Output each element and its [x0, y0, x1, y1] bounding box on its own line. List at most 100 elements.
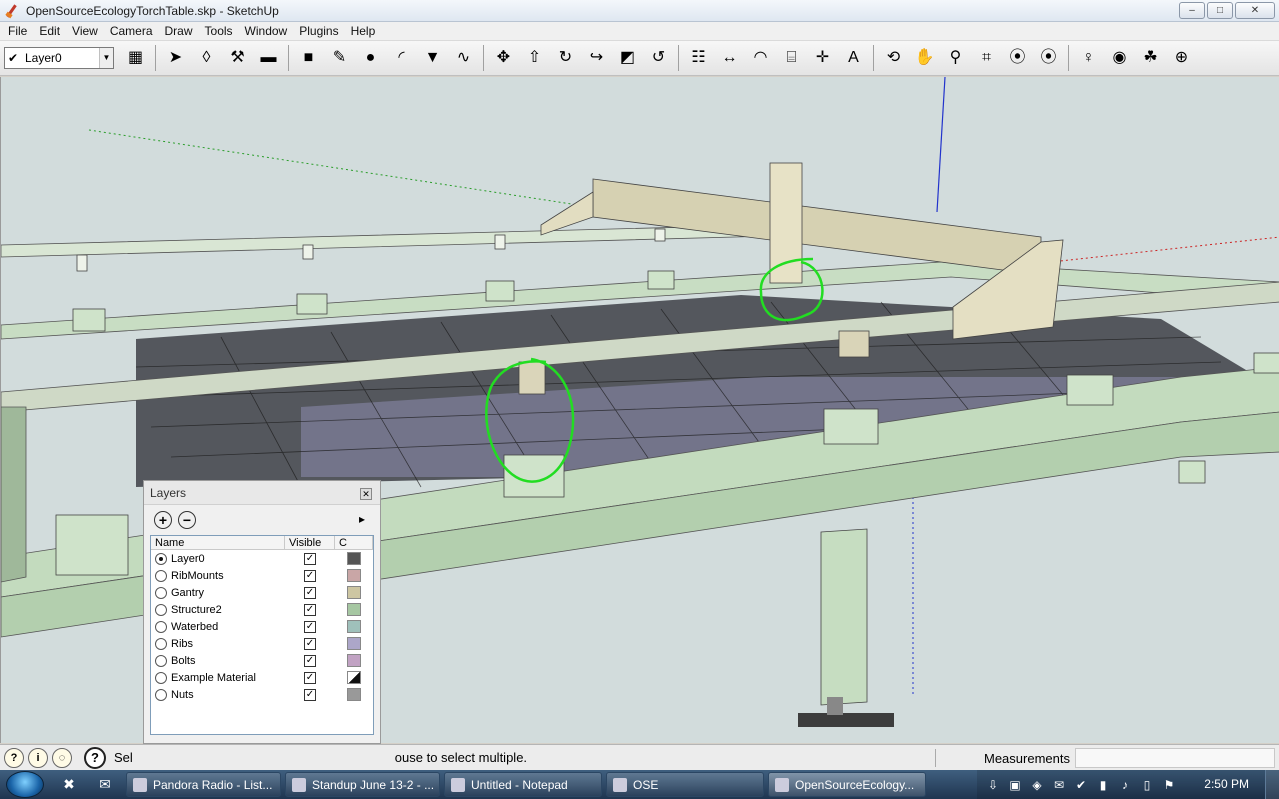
quicklaunch-tool-icon[interactable]: ✖: [58, 774, 80, 796]
zoom-extents-icon[interactable]: ⦿: [1004, 45, 1031, 72]
active-layer-radio[interactable]: [155, 552, 167, 565]
active-layer-radio[interactable]: [155, 637, 167, 650]
taskbar-button-ose[interactable]: OSE: [606, 772, 764, 797]
axes-icon[interactable]: ✛: [809, 45, 836, 72]
help-icon[interactable]: ?: [84, 746, 106, 769]
menu-tools[interactable]: Tools: [199, 22, 239, 41]
menu-help[interactable]: Help: [345, 22, 382, 41]
dropdown-arrow-icon[interactable]: ▼: [99, 48, 113, 68]
3d-text-icon[interactable]: A: [840, 45, 867, 72]
layer-dropdown[interactable]: ✔ Layer0 ▼: [4, 47, 114, 69]
quicklaunch-gmail-icon[interactable]: ✉: [94, 774, 116, 796]
layer-visible-checkbox[interactable]: ✓: [304, 586, 316, 599]
layer-visible-checkbox[interactable]: ✓: [304, 637, 316, 650]
layer-color-swatch[interactable]: [347, 569, 361, 582]
active-layer-radio[interactable]: [155, 569, 167, 582]
arc-icon[interactable]: ◜: [388, 45, 415, 72]
active-layer-radio[interactable]: [155, 586, 167, 599]
geolocation-icon[interactable]: ?: [4, 747, 24, 768]
layer-visible-checkbox[interactable]: ✓: [304, 552, 316, 565]
minimize-button[interactable]: –: [1179, 2, 1205, 19]
network-icon[interactable]: ▮: [1095, 777, 1111, 793]
text-icon[interactable]: ⌸: [778, 45, 805, 72]
rectangle-icon[interactable]: ■: [295, 45, 322, 72]
measurements-input[interactable]: [1075, 748, 1275, 768]
move-icon[interactable]: ✥: [490, 45, 517, 72]
layer-color-swatch[interactable]: [347, 586, 361, 599]
maximize-button[interactable]: □: [1207, 2, 1233, 19]
layer-manager-icon[interactable]: ▦: [122, 45, 149, 72]
make-component-icon[interactable]: ◊: [193, 45, 220, 72]
layer-color-swatch[interactable]: [347, 603, 361, 616]
flag-icon[interactable]: ⚑: [1161, 777, 1177, 793]
freehand-icon[interactable]: ∿: [450, 45, 477, 72]
menu-camera[interactable]: Camera: [104, 22, 159, 41]
layer-row[interactable]: Gantry ✓: [151, 584, 373, 601]
layer-visible-checkbox[interactable]: ✓: [304, 620, 316, 633]
menu-window[interactable]: Window: [239, 22, 294, 41]
previous-view-icon[interactable]: ⦿: [1035, 45, 1062, 72]
layer-color-swatch[interactable]: [347, 637, 361, 650]
select-arrow-icon[interactable]: ➤: [162, 45, 189, 72]
header-color[interactable]: C: [335, 536, 373, 549]
push-pull-icon[interactable]: ⇧: [521, 45, 548, 72]
dimension-icon[interactable]: ↔: [716, 45, 743, 72]
taskbar-button-notepad[interactable]: Untitled - Notepad: [444, 772, 602, 797]
layers-panel-titlebar[interactable]: Layers: [144, 481, 380, 505]
close-button[interactable]: ✕: [1235, 2, 1275, 19]
start-button[interactable]: [6, 771, 44, 798]
zoom-window-icon[interactable]: ⌗: [973, 45, 1000, 72]
active-layer-radio[interactable]: [155, 603, 167, 616]
pencil-line-icon[interactable]: ✎: [326, 45, 353, 72]
layer-visible-checkbox[interactable]: ✓: [304, 603, 316, 616]
tape-measure-icon[interactable]: ☷: [685, 45, 712, 72]
download-icon[interactable]: ⇩: [985, 777, 1001, 793]
layer-visible-checkbox[interactable]: ✓: [304, 654, 316, 667]
credits-icon[interactable]: i: [28, 747, 48, 768]
position-camera-icon[interactable]: ♀: [1075, 45, 1102, 72]
layer-color-swatch[interactable]: [347, 654, 361, 667]
layer-details-icon[interactable]: ▸: [354, 512, 370, 528]
rotate-icon[interactable]: ↻: [552, 45, 579, 72]
taskbar-button-pandora[interactable]: Pandora Radio - List...: [126, 772, 281, 797]
mail-icon[interactable]: ✉: [1051, 777, 1067, 793]
taskbar-clock[interactable]: 2:50 PM: [1204, 777, 1249, 791]
pan-icon[interactable]: ✋: [911, 45, 938, 72]
offset-icon[interactable]: ↺: [645, 45, 672, 72]
show-desktop-button[interactable]: [1265, 770, 1279, 799]
image-icon[interactable]: ▣: [1007, 777, 1023, 793]
walk-icon[interactable]: ☘: [1137, 45, 1164, 72]
active-layer-radio[interactable]: [155, 671, 167, 684]
layer-visible-checkbox[interactable]: ✓: [304, 671, 316, 684]
layer-row[interactable]: RibMounts ✓: [151, 567, 373, 584]
section-plane-icon[interactable]: ⊕: [1168, 45, 1195, 72]
layer-color-swatch[interactable]: [347, 671, 361, 684]
active-layer-radio[interactable]: [155, 620, 167, 633]
look-around-icon[interactable]: ◉: [1106, 45, 1133, 72]
layer-color-swatch[interactable]: [347, 552, 361, 565]
menu-file[interactable]: File: [2, 22, 33, 41]
protractor-icon[interactable]: ◠: [747, 45, 774, 72]
layer-row[interactable]: Layer0 ✓: [151, 550, 373, 567]
scale-icon[interactable]: ◩: [614, 45, 641, 72]
layer-row[interactable]: Nuts ✓: [151, 686, 373, 703]
layer-row[interactable]: Waterbed ✓: [151, 618, 373, 635]
layer-color-swatch[interactable]: [347, 688, 361, 701]
signin-icon[interactable]: ◌: [52, 747, 72, 768]
menu-draw[interactable]: Draw: [159, 22, 199, 41]
orbit-icon[interactable]: ⟲: [880, 45, 907, 72]
layer-visible-checkbox[interactable]: ✓: [304, 688, 316, 701]
layer-visible-checkbox[interactable]: ✓: [304, 569, 316, 582]
polygon-icon[interactable]: ▼: [419, 45, 446, 72]
menu-view[interactable]: View: [66, 22, 104, 41]
menu-edit[interactable]: Edit: [33, 22, 66, 41]
volume-icon[interactable]: ♪: [1117, 777, 1133, 793]
eraser-icon[interactable]: ▬: [255, 45, 282, 72]
battery-icon[interactable]: ▯: [1139, 777, 1155, 793]
layer-row[interactable]: Example Material ✓: [151, 669, 373, 686]
menu-plugins[interactable]: Plugins: [293, 22, 344, 41]
header-visible[interactable]: Visible: [285, 536, 335, 549]
layer-row[interactable]: Structure2 ✓: [151, 601, 373, 618]
header-name[interactable]: Name: [151, 536, 285, 549]
paint-bucket-icon[interactable]: ⚒: [224, 45, 251, 72]
